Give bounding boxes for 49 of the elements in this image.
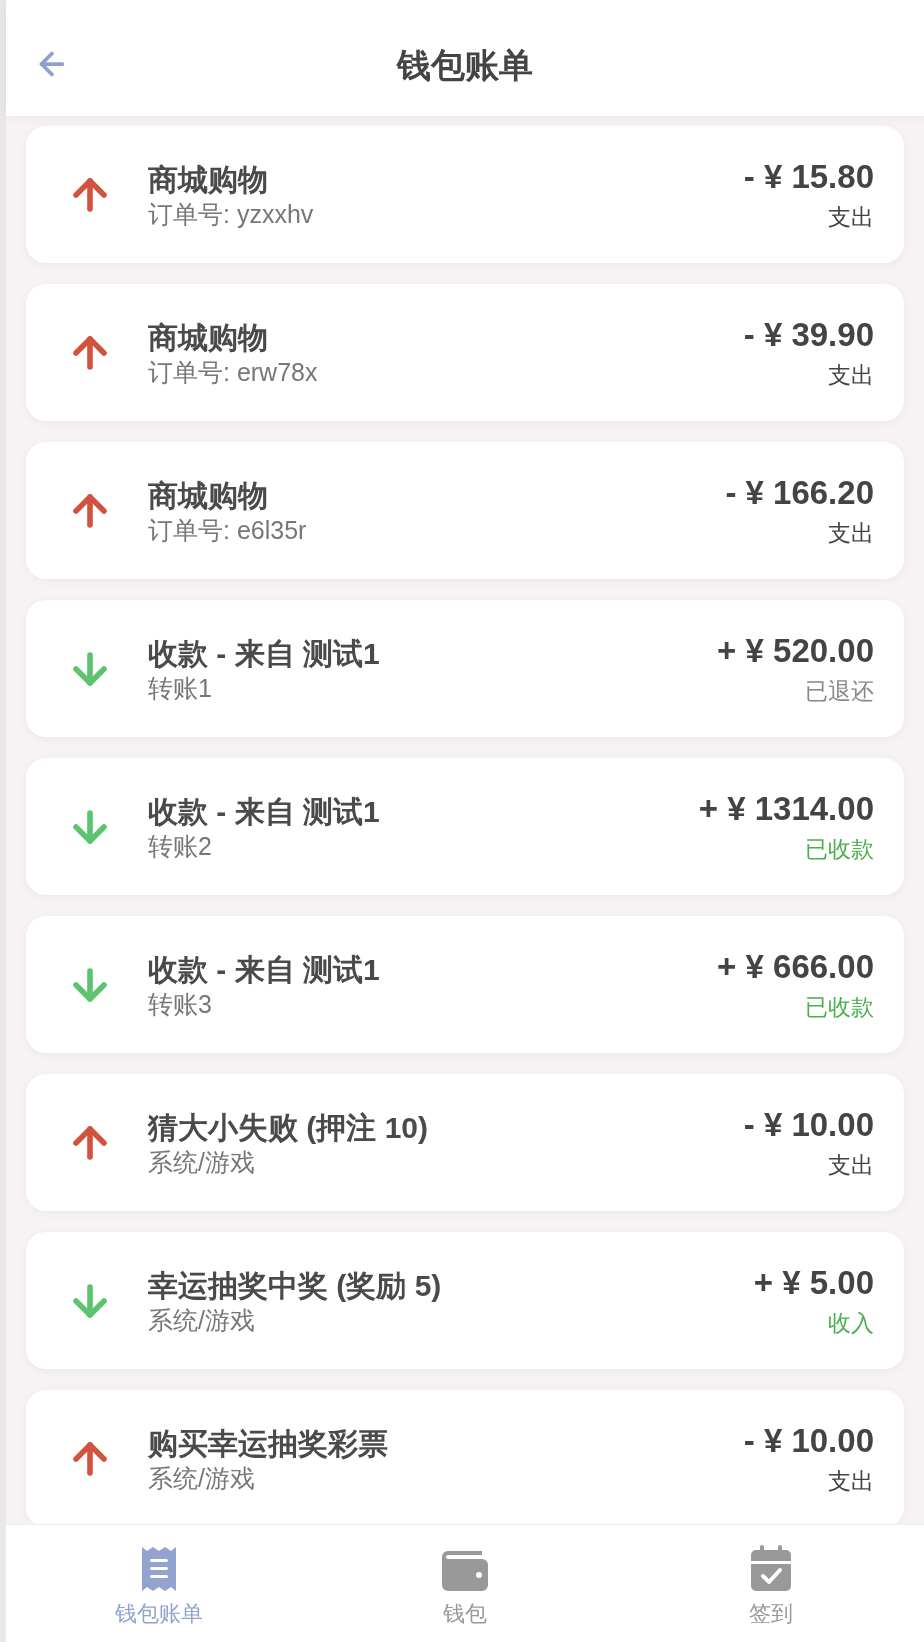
transaction-amount: + ¥ 1314.00 [698,788,874,829]
transaction-detail: 转账2 [148,830,213,861]
transaction-amount: + ¥ 520.00 [717,630,874,671]
page-title: 钱包账单 [397,44,533,86]
transaction-amount: - ¥ 15.80 [743,156,874,197]
transaction-status: 支出 [828,1466,874,1496]
transaction-detail: 转账3 [148,988,213,1019]
transaction-detail: 系统/游戏 [148,1462,256,1493]
transaction-detail: 系统/游戏 [148,1146,256,1177]
transaction-detail: 订单号: e6l35r [148,514,308,545]
transaction-title: 收款 - 来自 测试1 [148,635,381,672]
calendar-check-icon [751,1545,791,1591]
transaction-status: 已收款 [805,834,874,864]
transaction-status: 支出 [828,518,874,548]
receipt-icon [142,1547,176,1591]
transaction-detail: 订单号: yzxxhv [148,198,315,229]
transaction-amount: - ¥ 10.00 [743,1420,874,1461]
transaction-card[interactable]: 收款 - 来自 测试1 转账3 + ¥ 666.00 已收款 [26,916,904,1053]
transaction-status: 收入 [828,1308,874,1338]
transaction-card[interactable]: 猜大小失败 (押注 10) 系统/游戏 - ¥ 10.00 支出 [26,1074,904,1211]
transaction-card[interactable]: 购买幸运抽奖彩票 系统/游戏 - ¥ 10.00 支出 [26,1390,904,1524]
transaction-amount: + ¥ 5.00 [753,1262,874,1303]
transaction-card[interactable]: 幸运抽奖中奖 (奖励 5) 系统/游戏 + ¥ 5.00 收入 [26,1232,904,1369]
transaction-title: 商城购物 [148,319,269,356]
transaction-amount: - ¥ 39.90 [743,314,874,355]
transaction-card[interactable]: 商城购物 订单号: e6l35r - ¥ 166.20 支出 [26,442,904,579]
transaction-status: 支出 [828,1150,874,1180]
transaction-title: 商城购物 [148,161,269,198]
transaction-card[interactable]: 商城购物 订单号: erw78x - ¥ 39.90 支出 [26,284,904,421]
transaction-detail: 订单号: erw78x [148,356,319,387]
transaction-title: 收款 - 来自 测试1 [148,951,381,988]
transaction-status: 支出 [828,202,874,232]
transaction-amount: - ¥ 10.00 [743,1104,874,1145]
transaction-title: 收款 - 来自 测试1 [148,793,381,830]
transaction-status: 支出 [828,360,874,390]
transaction-detail: 转账1 [148,672,213,703]
transaction-card[interactable]: 收款 - 来自 测试1 转账2 + ¥ 1314.00 已收款 [26,758,904,895]
transaction-amount: + ¥ 666.00 [717,946,874,987]
transaction-title: 商城购物 [148,477,269,514]
transaction-amount: - ¥ 166.20 [725,472,874,513]
transaction-status: 已收款 [805,992,874,1022]
transaction-card[interactable]: 收款 - 来自 测试1 转账1 + ¥ 520.00 已退还 [26,600,904,737]
transaction-status: 已退还 [805,676,874,706]
transaction-title: 幸运抽奖中奖 (奖励 5) [148,1267,443,1304]
transaction-detail: 系统/游戏 [148,1304,256,1335]
transaction-title: 猜大小失败 (押注 10) [148,1109,430,1146]
transaction-card[interactable]: 商城购物 订单号: yzxxhv - ¥ 15.80 支出 [26,126,904,263]
transaction-title: 购买幸运抽奖彩票 [148,1425,389,1462]
wallet-icon [442,1551,488,1591]
